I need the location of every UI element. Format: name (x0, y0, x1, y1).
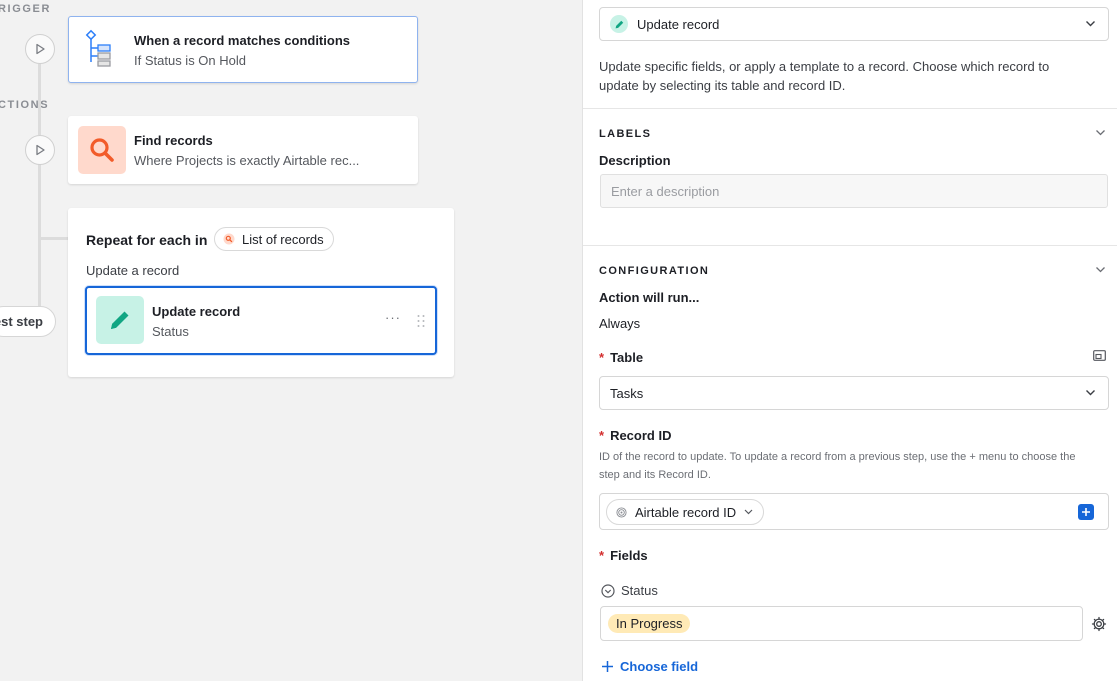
chevron-down-icon (744, 509, 753, 515)
configuration-collapse-chevron-icon[interactable] (1095, 266, 1106, 274)
play-icon (36, 43, 45, 55)
required-marker: * (599, 548, 605, 563)
repeat-caption: Update a record (86, 263, 180, 278)
update-record-subtitle: Status (152, 324, 189, 339)
find-records-card[interactable]: Find records Where Projects is exactly A… (68, 116, 418, 184)
play-icon (36, 144, 45, 156)
run-condition-value[interactable]: Always (599, 316, 640, 331)
repeat-list-chip-label: List of records (242, 231, 324, 247)
plus-icon (1082, 508, 1090, 516)
table-field-label-text: Table (610, 350, 644, 365)
record-id-field-label: * Record ID (599, 428, 671, 443)
table-select-value: Tasks (610, 385, 644, 401)
repeat-list-chip[interactable]: List of records (214, 227, 334, 251)
fields-label-text: Fields (610, 548, 648, 563)
action-type-select[interactable]: Update record (599, 7, 1109, 41)
required-marker: * (599, 428, 605, 443)
table-field-label: * Table (599, 350, 643, 365)
repeat-prefix: Repeat for each in (86, 232, 208, 248)
find-records-icon-box (78, 126, 126, 174)
section-divider (583, 245, 1117, 246)
labels-collapse-chevron-icon[interactable] (1095, 129, 1106, 137)
plus-icon (602, 661, 613, 672)
flow-branch-connector (38, 237, 68, 240)
record-id-hint: ID of the record to update. To update a … (599, 451, 1076, 481)
search-icon (90, 138, 114, 162)
chevron-down-icon (1086, 21, 1095, 27)
conditions-icon (77, 26, 121, 70)
chevron-down-icon (1086, 390, 1095, 396)
pencil-icon (610, 15, 628, 33)
trigger-section-label: RIGGER (0, 3, 51, 15)
fields-label: * Fields (599, 548, 648, 563)
repeat-group-card[interactable]: Repeat for each in List of records Updat… (68, 208, 454, 377)
config-panel: Update record Update specific fields, or… (582, 0, 1117, 681)
add-token-button[interactable] (1078, 504, 1094, 520)
update-record-title: Update record (152, 304, 241, 319)
automation-canvas: RIGGER CTIONS When a record matches cond… (0, 0, 582, 681)
description-field-label: Description (599, 153, 671, 168)
choose-field-button[interactable]: Choose field (601, 659, 698, 674)
table-select[interactable]: Tasks (599, 376, 1109, 410)
test-step-button[interactable]: est step (0, 306, 56, 337)
more-options-icon[interactable]: ··· (385, 310, 401, 325)
status-value-field[interactable]: In Progress (600, 606, 1083, 641)
status-field-label: Status (621, 583, 658, 598)
trigger-subtitle: If Status is On Hold (134, 53, 246, 68)
update-record-card[interactable]: Update record Status ··· (85, 286, 437, 355)
trigger-card[interactable]: When a record matches conditions If Stat… (68, 16, 418, 83)
record-id-input[interactable]: Airtable record ID (599, 493, 1109, 530)
trigger-title: When a record matches conditions (134, 33, 350, 48)
choose-field-label: Choose field (620, 659, 699, 674)
fingerprint-icon (616, 506, 627, 518)
record-id-token[interactable]: Airtable record ID (606, 499, 765, 525)
run-action-button[interactable] (25, 135, 55, 165)
pencil-icon (111, 311, 129, 329)
gear-icon[interactable] (1091, 616, 1107, 632)
find-records-subtitle: Where Projects is exactly Airtable rec..… (134, 153, 360, 168)
status-value-pill: In Progress (608, 614, 691, 633)
description-placeholder: Enter a description (611, 183, 720, 199)
find-records-title: Find records (134, 133, 213, 148)
run-condition-label: Action will run... (599, 290, 700, 305)
configuration-heading: CONFIGURATION (599, 265, 710, 277)
status-field-header[interactable]: Status (601, 583, 658, 598)
action-description: Update specific fields, or apply a templ… (599, 59, 1050, 93)
update-record-icon-box (96, 296, 144, 344)
test-step-label: est step (0, 314, 43, 329)
drag-handle-icon[interactable] (416, 314, 426, 328)
single-select-icon (601, 583, 615, 598)
action-type-value: Update record (637, 16, 720, 32)
actions-section-label: CTIONS (0, 99, 50, 111)
table-expand-icon[interactable] (1093, 350, 1106, 361)
required-marker: * (599, 350, 605, 365)
labels-heading: LABELS (599, 128, 652, 140)
flow-connector (38, 64, 41, 135)
record-id-field-label-text: Record ID (610, 428, 672, 443)
description-input[interactable]: Enter a description (600, 174, 1108, 208)
flow-connector (38, 164, 41, 306)
record-id-token-label: Airtable record ID (635, 504, 737, 520)
search-icon (223, 233, 235, 245)
run-trigger-button[interactable] (25, 34, 55, 64)
section-divider (583, 108, 1117, 109)
